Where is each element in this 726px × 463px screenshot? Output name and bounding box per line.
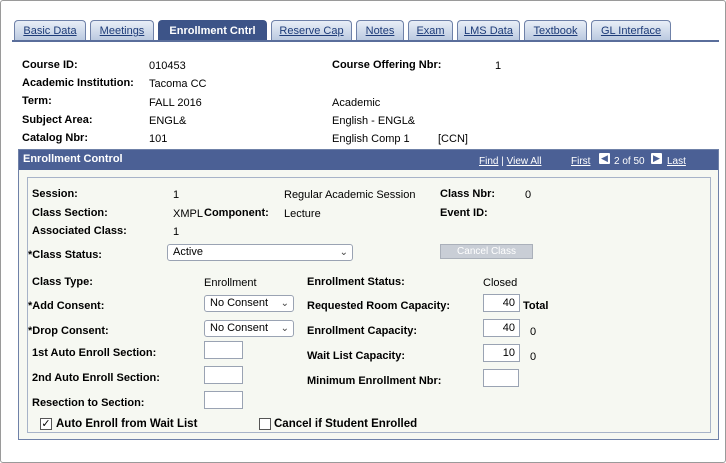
view-all-link[interactable]: View All xyxy=(507,156,542,167)
catalog-label: Catalog Nbr: xyxy=(22,132,88,144)
term-value: FALL 2016 xyxy=(149,97,202,109)
enrollment-capacity-total: 0 xyxy=(530,326,537,338)
associated-class-label: Associated Class: xyxy=(32,225,127,237)
auto-enroll-1-label: 1st Auto Enroll Section: xyxy=(32,347,157,359)
tab-notes[interactable]: Notes xyxy=(356,20,404,41)
cancel-if-enrolled-label: Cancel if Student Enrolled xyxy=(274,418,418,430)
course-id-value: 010453 xyxy=(149,60,186,72)
component-value: Lecture xyxy=(284,208,321,220)
class-section-label: Class Section: xyxy=(32,207,108,219)
find-link-wrap: Find | View All xyxy=(479,156,541,167)
catalog-desc: English Comp 1 xyxy=(332,133,410,145)
drop-consent-value: No Consent xyxy=(210,322,269,334)
tab-gl-interface[interactable]: GL Interface xyxy=(591,20,671,41)
tab-enrollment-cntrl[interactable]: Enrollment Cntrl xyxy=(158,20,267,42)
session-value: 1 xyxy=(173,189,180,201)
class-status-label: *Class Status: xyxy=(28,249,102,261)
enrollment-status-value: Closed xyxy=(483,277,518,289)
requested-room-capacity-input[interactable]: 40 xyxy=(483,294,520,312)
minimum-enrollment-input[interactable] xyxy=(483,369,519,387)
auto-enroll-wait-list-checkbox[interactable]: ✓ xyxy=(40,418,52,430)
last-link-wrap: Last xyxy=(667,156,686,167)
cancel-if-enrolled-checkbox[interactable] xyxy=(259,418,271,430)
add-consent-select[interactable]: No Consent ⌄ xyxy=(204,295,294,312)
add-consent-value: No Consent xyxy=(210,297,269,309)
enrollment-capacity-label: Enrollment Capacity: xyxy=(307,325,418,337)
term-desc: Academic xyxy=(332,97,381,109)
tab-bar: Basic Data Meetings Enrollment Cntrl Res… xyxy=(14,20,719,42)
enrollment-control-panel: Enrollment Control Find | View All First… xyxy=(18,149,719,440)
subject-desc: English - ENGL& xyxy=(332,115,416,127)
class-status-value: Active xyxy=(173,246,203,258)
page-frame: Basic Data Meetings Enrollment Cntrl Res… xyxy=(0,0,726,463)
session-label: Session: xyxy=(32,188,78,200)
first-link[interactable]: First xyxy=(571,156,590,167)
tab-textbook[interactable]: Textbook xyxy=(524,20,587,41)
auto-enroll-wait-list-label: Auto Enroll from Wait List xyxy=(56,418,198,430)
auto-enroll-2-label: 2nd Auto Enroll Section: xyxy=(32,372,160,384)
wait-list-capacity-label: Wait List Capacity: xyxy=(307,350,405,362)
chevron-right-icon[interactable]: ▶ xyxy=(651,153,662,164)
enrollment-capacity-input[interactable]: 40 xyxy=(483,319,520,337)
class-type-value: Enrollment xyxy=(204,277,257,289)
enrollment-form: Session: 1 Regular Academic Session Clas… xyxy=(27,177,711,433)
last-link[interactable]: Last xyxy=(667,156,686,167)
auto-enroll-1-input[interactable] xyxy=(204,341,243,359)
tab-basic-data[interactable]: Basic Data xyxy=(14,20,86,41)
nav-separator: | xyxy=(501,156,504,167)
offering-value: 1 xyxy=(495,60,502,72)
chevron-left-icon[interactable]: ◀ xyxy=(599,153,610,164)
class-nbr-value: 0 xyxy=(525,189,532,201)
class-type-label: Class Type: xyxy=(32,276,93,288)
offering-label: Course Offering Nbr: xyxy=(332,59,442,71)
term-label: Term: xyxy=(22,95,52,107)
find-link[interactable]: Find xyxy=(479,156,498,167)
institution-label: Academic Institution: xyxy=(22,77,134,89)
panel-title: Enrollment Control xyxy=(23,153,123,165)
component-label: Component: xyxy=(204,207,269,219)
class-nbr-label: Class Nbr: xyxy=(440,188,496,200)
chevron-down-icon: ⌄ xyxy=(280,323,289,334)
requested-room-capacity-label: Requested Room Capacity: xyxy=(307,300,451,312)
first-link-wrap: First xyxy=(571,156,590,167)
tab-lms-data[interactable]: LMS Data xyxy=(457,20,520,41)
catalog-value: 101 xyxy=(149,133,168,145)
resection-label: Resection to Section: xyxy=(32,397,145,409)
class-status-select[interactable]: Active ⌄ xyxy=(167,244,353,261)
tab-underline xyxy=(12,40,719,42)
catalog-flag: [CCN] xyxy=(438,133,468,145)
minimum-enrollment-label: Minimum Enrollment Nbr: xyxy=(307,375,442,387)
cancel-class-button[interactable]: Cancel Class xyxy=(440,244,533,259)
wait-list-capacity-input[interactable]: 10 xyxy=(483,344,520,362)
subject-value: ENGL& xyxy=(149,115,187,127)
drop-consent-label: *Drop Consent: xyxy=(28,325,109,337)
enrollment-status-label: Enrollment Status: xyxy=(307,276,405,288)
session-desc: Regular Academic Session xyxy=(284,189,416,201)
total-label: Total xyxy=(523,300,549,312)
chevron-down-icon: ⌄ xyxy=(280,298,289,309)
resection-input[interactable] xyxy=(204,391,243,409)
chevron-down-icon: ⌄ xyxy=(339,247,348,258)
class-section-value: XMPL xyxy=(173,208,203,220)
page-info: 2 of 50 xyxy=(614,156,645,167)
drop-consent-select[interactable]: No Consent ⌄ xyxy=(204,320,294,337)
tab-exam[interactable]: Exam xyxy=(408,20,453,41)
tab-meetings[interactable]: Meetings xyxy=(90,20,154,41)
associated-class-value: 1 xyxy=(173,226,180,238)
auto-enroll-2-input[interactable] xyxy=(204,366,243,384)
tab-reserve-cap[interactable]: Reserve Cap xyxy=(271,20,352,41)
course-id-label: Course ID: xyxy=(22,59,78,71)
wait-list-total: 0 xyxy=(530,351,537,363)
institution-value: Tacoma CC xyxy=(149,78,207,90)
panel-header: Enrollment Control Find | View All First… xyxy=(19,150,718,170)
event-id-label: Event ID: xyxy=(440,207,488,219)
subject-label: Subject Area: xyxy=(22,114,93,126)
add-consent-label: *Add Consent: xyxy=(28,300,105,312)
